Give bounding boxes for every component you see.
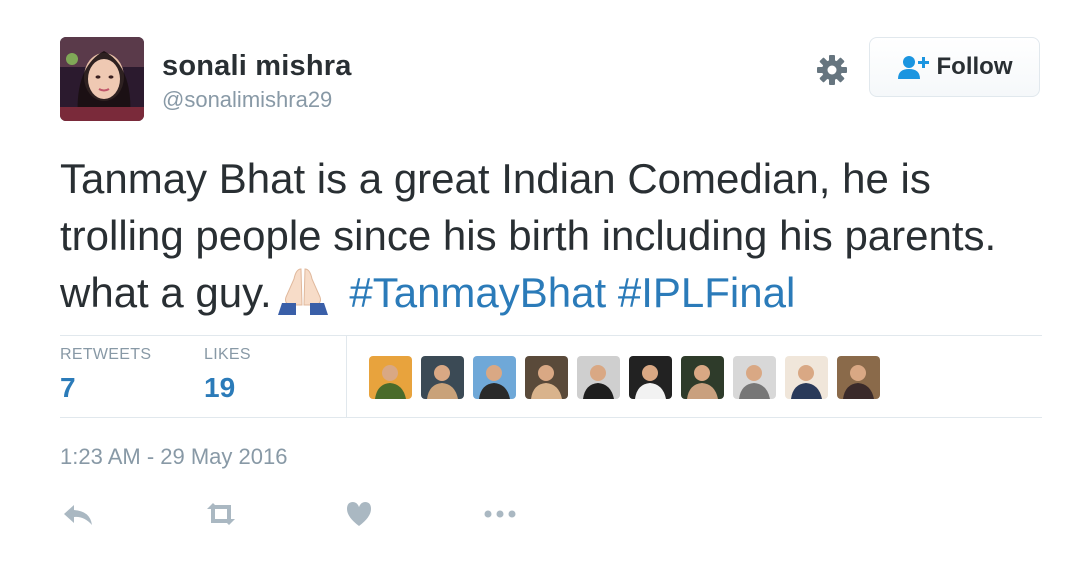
liker-avatar[interactable] [785,356,828,399]
likes-count: 19 [204,372,236,403]
more-dots-icon[interactable] [483,499,517,529]
liker-avatar[interactable] [473,356,516,399]
reply-icon[interactable] [62,499,94,529]
divider-bottom [60,417,1042,418]
liker-avatar[interactable] [369,356,412,399]
likes-label: LIKES [204,346,251,363]
follow-button[interactable]: Follow [869,37,1040,97]
tweet-timestamp[interactable]: 1:23 AM - 29 May 2016 [60,444,287,470]
retweet-icon[interactable] [203,499,239,529]
hashtag-tanmaybhat[interactable]: #TanmayBhat [349,269,606,316]
liker-avatar[interactable] [681,356,724,399]
gear-icon[interactable] [814,52,850,88]
retweets-stat[interactable]: RETWEETS 7 [60,346,151,404]
avatar[interactable] [60,37,144,121]
follow-user-plus-icon [897,56,929,79]
user-handle[interactable]: @sonalimishra29 [162,87,332,113]
likers-list [369,356,880,399]
divider-top [60,335,1042,336]
likes-stat[interactable]: LIKES 19 [204,346,251,404]
liker-avatar[interactable] [525,356,568,399]
user-display-name[interactable]: sonali mishra [162,50,352,83]
heart-icon[interactable] [345,499,373,529]
retweets-label: RETWEETS [60,346,152,363]
avatar-image [60,37,144,121]
tweet-text: Tanmay Bhat is a great Indian Comedian, … [60,150,1050,321]
retweets-count: 7 [60,372,76,403]
hashtag-iplfinal[interactable]: #IPLFinal [618,269,795,316]
liker-avatar[interactable] [733,356,776,399]
stats-divider [346,336,347,417]
folded-hands-emoji [277,268,328,315]
liker-avatar[interactable] [837,356,880,399]
liker-avatar[interactable] [421,356,464,399]
follow-button-label: Follow [936,53,1013,80]
liker-avatar[interactable] [577,356,620,399]
liker-avatar[interactable] [629,356,672,399]
